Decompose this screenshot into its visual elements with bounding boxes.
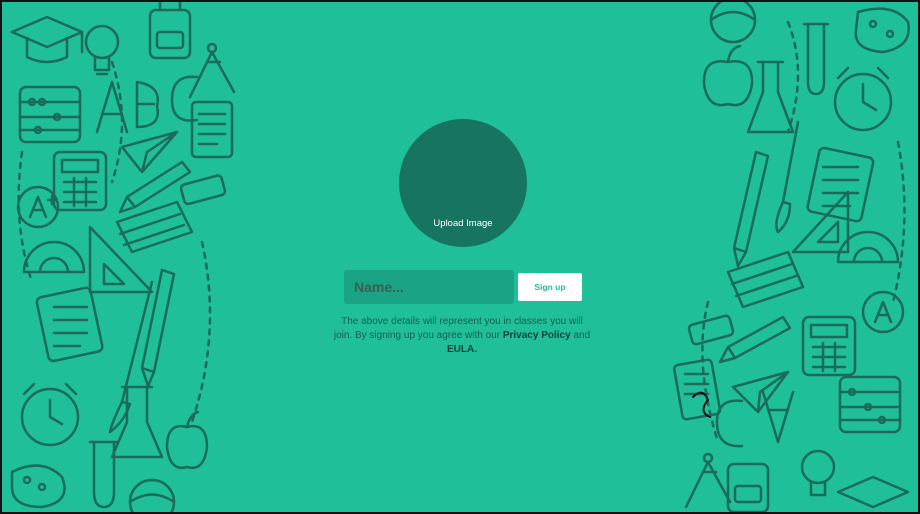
upload-image-button[interactable]: Upload Image: [399, 119, 527, 247]
signup-button[interactable]: Sign up: [518, 273, 582, 301]
and-text: and: [573, 330, 591, 341]
privacy-policy-link[interactable]: Privacy Policy: [503, 330, 571, 341]
signup-screen: Upload Image Sign up The above details w…: [0, 0, 920, 514]
legal-notice: The above details will represent you in …: [332, 315, 592, 357]
signup-form: Upload Image Sign up The above details w…: [2, 2, 918, 512]
name-input[interactable]: [344, 270, 514, 304]
upload-image-label: Upload Image: [433, 218, 493, 229]
eula-link[interactable]: EULA.: [447, 344, 477, 355]
